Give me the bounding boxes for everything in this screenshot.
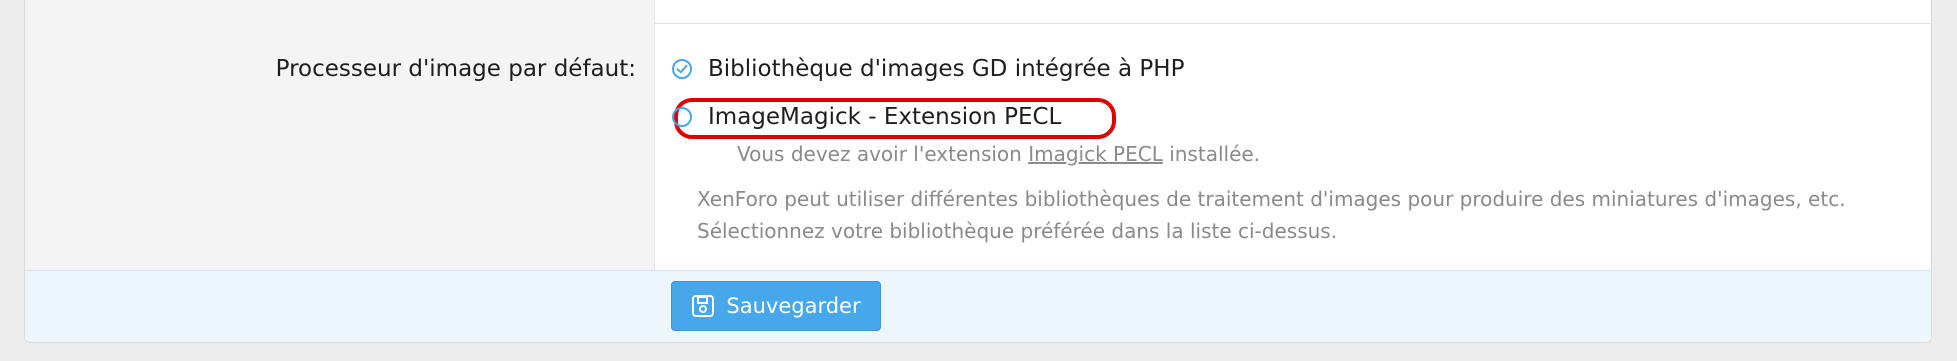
save-button[interactable]: Sauvegarder [671, 281, 881, 331]
explain-text: XenForo peut utiliser différentes biblio… [697, 183, 1846, 247]
radio-option-imagemagick-label: ImageMagick - Extension PECL [708, 104, 1062, 130]
save-button-label: Sauvegarder [726, 294, 861, 318]
imagick-hint: Vous devez avoir l'extension Imagick PEC… [737, 142, 1260, 166]
form-footer: Sauvegarder [25, 270, 1931, 342]
options-panel: Processeur d'image par défaut: Bibliothè… [24, 0, 1932, 343]
explain-line-1: XenForo peut utiliser différentes biblio… [697, 187, 1846, 211]
image-processor-label: Processeur d'image par défaut: [275, 56, 636, 82]
radio-option-gd[interactable]: Bibliothèque d'images GD intégrée à PHP [672, 56, 1184, 82]
radio-option-imagemagick[interactable]: ImageMagick - Extension PECL [672, 104, 1061, 130]
check-circle-icon[interactable] [672, 59, 692, 79]
hint-prefix: Vous devez avoir l'extension [737, 142, 1029, 166]
imagick-pecl-link[interactable]: Imagick PECL [1028, 142, 1163, 166]
row-divider [655, 23, 1931, 24]
hint-suffix: installée. [1162, 142, 1261, 166]
explain-line-2: Sélectionnez votre bibliothèque préférée… [697, 219, 1338, 243]
label-column: Processeur d'image par défaut: [25, 0, 655, 270]
radio-option-gd-label: Bibliothèque d'images GD intégrée à PHP [708, 56, 1185, 82]
radio-empty-icon[interactable] [672, 107, 692, 127]
floppy-disk-icon [692, 295, 715, 317]
